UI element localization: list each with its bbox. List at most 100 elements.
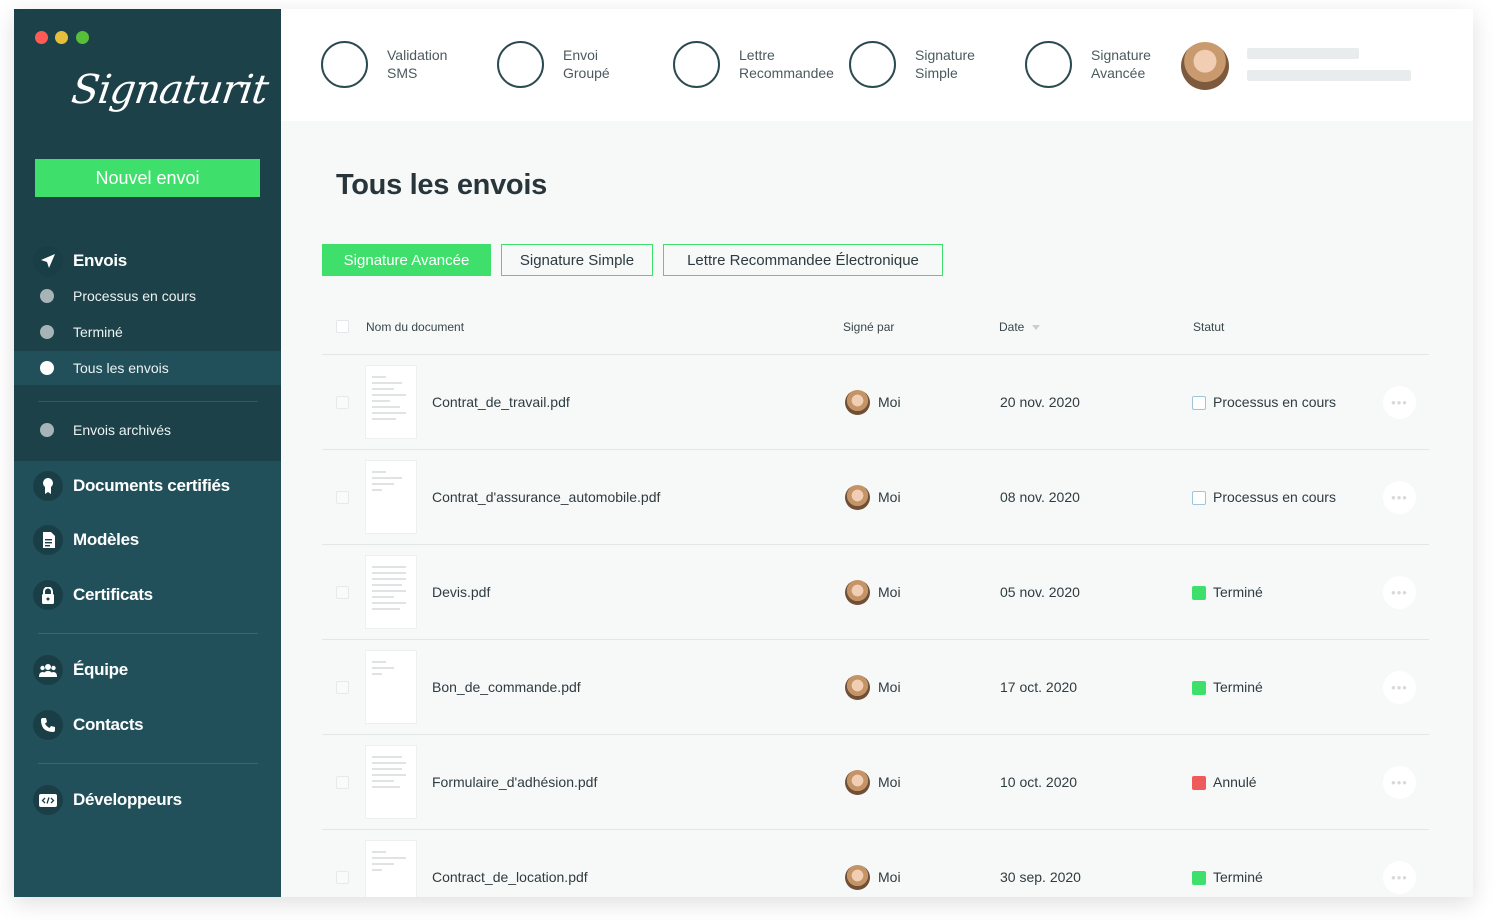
thumbnail-line — [372, 756, 402, 758]
thumbnail-line — [372, 667, 394, 669]
thumbnail-line — [372, 489, 382, 491]
document-thumbnail[interactable] — [366, 651, 416, 723]
status-indicator-icon — [1192, 871, 1206, 885]
thumbnail-line — [372, 661, 386, 663]
sidebar-item-label: Documents certifiés — [73, 476, 230, 495]
filter-lettre-recommandee[interactable]: Lettre Recommandee Électronique — [663, 244, 943, 276]
document-thumbnail[interactable] — [366, 461, 416, 533]
app-window: Signaturit Nouvel envoi Envois Processus… — [14, 9, 1473, 897]
main-content: Tous les envois Signature Avancée Signat… — [281, 121, 1473, 897]
status-indicator-icon — [1192, 776, 1206, 790]
signer-name: Moi — [878, 584, 901, 600]
status-indicator-icon — [1192, 491, 1206, 505]
window-close-button[interactable] — [35, 31, 48, 44]
column-header-name[interactable]: Nom du document — [366, 320, 464, 334]
thumbnail-line — [372, 578, 406, 580]
row-checkbox[interactable] — [336, 871, 349, 884]
sidebar-item-developpeurs[interactable]: Développeurs — [14, 783, 281, 817]
user-avatar[interactable] — [1181, 42, 1229, 90]
window-minimize-button[interactable] — [55, 31, 68, 44]
more-options-icon[interactable]: ••• — [1383, 481, 1416, 514]
document-thumbnail[interactable] — [366, 746, 416, 818]
sidebar-item-modeles[interactable]: Modèles — [14, 523, 281, 557]
sidebar-subitem-label: Envois archivés — [73, 422, 172, 438]
thumbnail-line — [372, 762, 406, 764]
thumbnail-line — [372, 590, 406, 592]
row-checkbox[interactable] — [336, 681, 349, 694]
sidebar-subitem-termine[interactable]: Terminé — [14, 315, 281, 349]
table-row[interactable]: Contrat_de_travail.pdf Moi 20 nov. 2020 Pro… — [322, 354, 1429, 449]
thumbnail-line — [372, 566, 406, 568]
sidebar-subitem-archives[interactable]: Envois archivés — [14, 413, 281, 447]
sidebar-subitem-processus[interactable]: Processus en cours — [14, 279, 281, 313]
sidebar-item-contacts[interactable]: Contacts — [14, 708, 281, 742]
table-row[interactable]: Contrat_d'assurance_automobile.pdf Moi 08 … — [322, 449, 1429, 544]
select-all-checkbox[interactable] — [336, 320, 349, 333]
row-checkbox[interactable] — [336, 396, 349, 409]
document-name[interactable]: Devis.pdf — [432, 584, 490, 600]
topbar-signature-avancee[interactable]: Signature Avancée — [1025, 40, 1151, 88]
topbar-item-label: Signature Simple — [915, 47, 975, 81]
sidebar-item-envois[interactable]: Envois — [14, 244, 281, 278]
sidebar-subitem-label: Tous les envois — [73, 360, 169, 376]
document-name[interactable]: Formulaire_d'adhésion.pdf — [432, 774, 597, 790]
row-checkbox[interactable] — [336, 776, 349, 789]
column-header-signed-by[interactable]: Signé par — [843, 320, 894, 334]
sidebar-item-certificats[interactable]: Certificats — [14, 578, 281, 612]
window-zoom-button[interactable] — [76, 31, 89, 44]
thumbnail-line — [372, 602, 406, 604]
column-header-date-label: Date — [999, 320, 1025, 334]
document-name[interactable]: Contract_de_location.pdf — [432, 869, 588, 885]
row-checkbox[interactable] — [336, 491, 349, 504]
sidebar-subitem-label: Terminé — [73, 324, 123, 340]
document-thumbnail[interactable] — [366, 556, 416, 628]
document-name[interactable]: Contrat_de_travail.pdf — [432, 394, 570, 410]
user-name-placeholder — [1247, 48, 1359, 59]
certificate-ribbon-icon — [33, 471, 63, 501]
thumbnail-line — [372, 382, 402, 384]
document-name[interactable]: Contrat_d'assurance_automobile.pdf — [432, 489, 660, 505]
sidebar-item-label: Équipe — [73, 660, 128, 679]
sidebar-item-documents-certifies[interactable]: Documents certifiés — [14, 469, 281, 503]
signer-avatar — [845, 770, 870, 795]
more-options-icon[interactable]: ••• — [1383, 766, 1416, 799]
signer-name: Moi — [878, 679, 901, 695]
column-header-date[interactable]: Date — [999, 320, 1041, 334]
more-options-icon[interactable]: ••• — [1383, 861, 1416, 894]
topbar-envoi-groupe[interactable]: Envoi Groupé — [497, 40, 610, 88]
more-options-icon[interactable]: ••• — [1383, 386, 1416, 419]
topbar-item-label: Lettre Recommandee — [739, 47, 834, 81]
table-row[interactable]: Bon_de_commande.pdf Moi 17 oct. 2020 Termin… — [322, 639, 1429, 734]
topbar-item-label: Validation SMS — [387, 47, 448, 81]
more-options-icon[interactable]: ••• — [1383, 671, 1416, 704]
sidebar-item-equipe[interactable]: Équipe — [14, 653, 281, 687]
table-row[interactable]: Formulaire_d'adhésion.pdf Moi 10 oct. 2020… — [322, 734, 1429, 829]
document-date: 30 sep. 2020 — [1000, 869, 1081, 885]
thumbnail-line — [372, 673, 382, 675]
document-date: 05 nov. 2020 — [1000, 584, 1080, 600]
more-options-icon[interactable]: ••• — [1383, 576, 1416, 609]
filter-signature-simple[interactable]: Signature Simple — [501, 244, 653, 276]
document-date: 08 nov. 2020 — [1000, 489, 1080, 505]
signaturit-logo: Signaturit — [68, 67, 271, 113]
sidebar-subitem-tous-les-envois[interactable]: Tous les envois — [14, 351, 281, 385]
row-checkbox[interactable] — [336, 586, 349, 599]
topbar-signature-simple[interactable]: Signature Simple — [849, 40, 975, 88]
table-row[interactable]: Contract_de_location.pdf Moi 30 sep. 2020 T… — [322, 829, 1429, 897]
thumbnail-line — [372, 584, 402, 586]
new-send-button[interactable]: Nouvel envoi — [35, 159, 260, 197]
topbar-validation-sms[interactable]: Validation SMS — [321, 40, 447, 88]
thumbnail-line — [372, 418, 396, 420]
thumbnail-line — [372, 596, 394, 598]
topbar-lettre-recommandee[interactable]: Lettre Recommandee — [673, 40, 834, 88]
table-row[interactable]: Devis.pdf Moi 05 nov. 2020 Terminé ••• — [322, 544, 1429, 639]
document-thumbnail[interactable] — [366, 366, 416, 438]
status-indicator-icon — [1192, 396, 1206, 410]
document-date: 17 oct. 2020 — [1000, 679, 1078, 695]
column-header-status[interactable]: Statut — [1193, 320, 1224, 334]
document-thumbnail[interactable] — [366, 841, 416, 897]
document-name[interactable]: Bon_de_commande.pdf — [432, 679, 581, 695]
user-email-placeholder — [1247, 70, 1411, 81]
filter-signature-avancee[interactable]: Signature Avancée — [322, 244, 491, 276]
thumbnail-line — [372, 388, 394, 390]
